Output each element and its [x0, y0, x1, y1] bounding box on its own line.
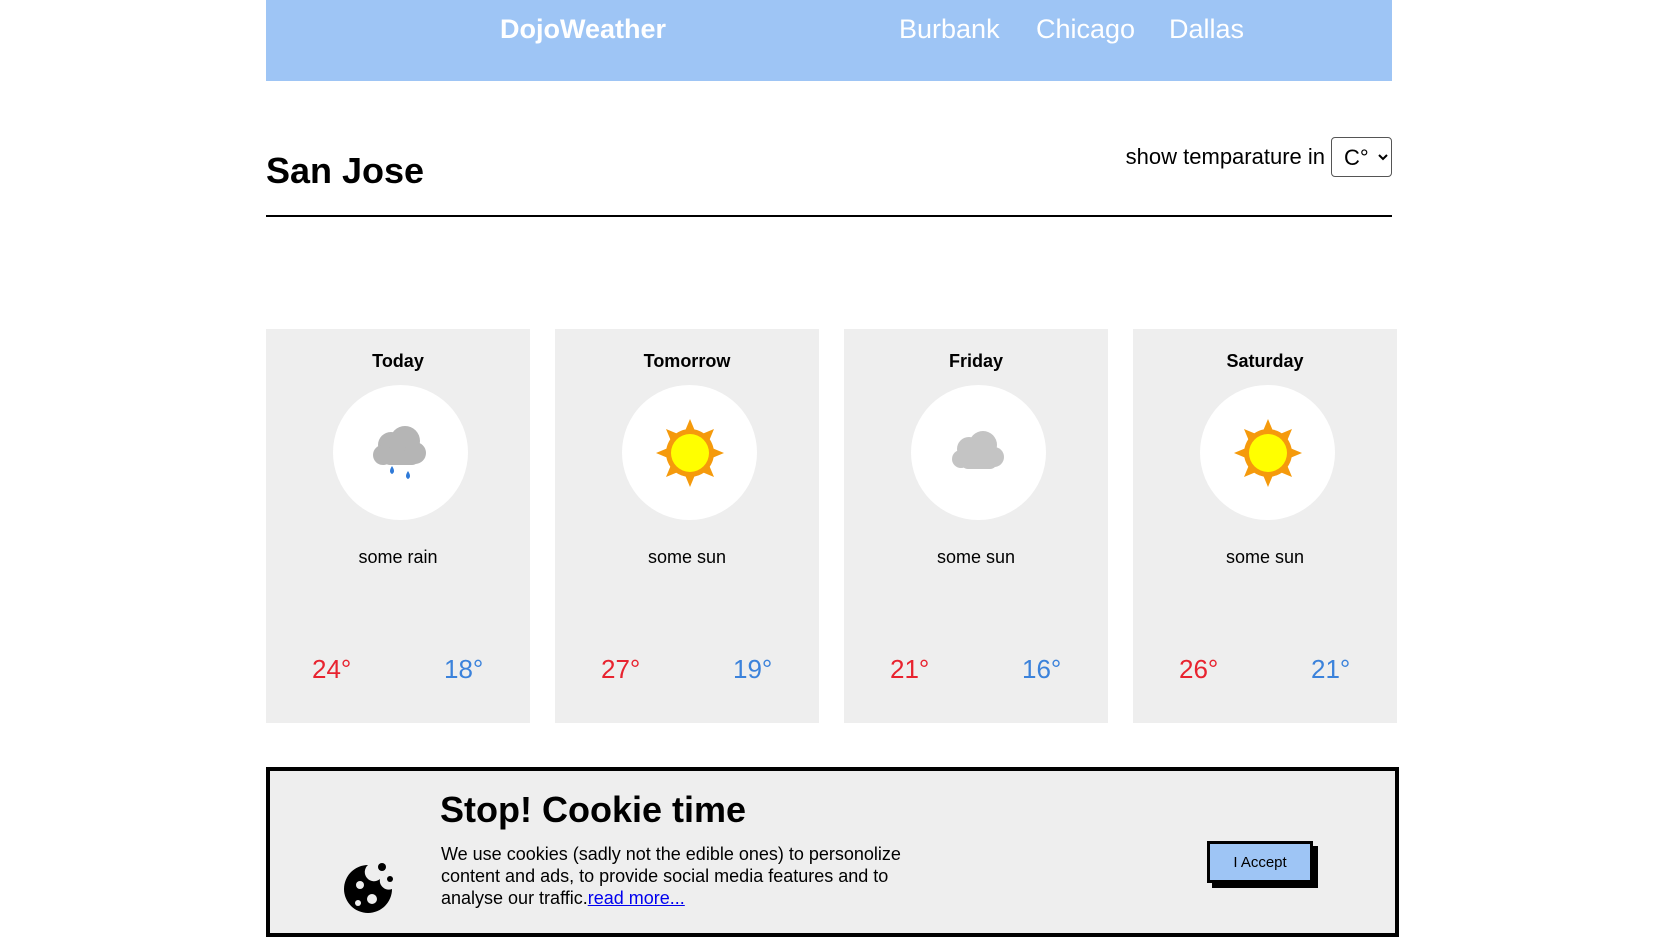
forecast-day: Today — [372, 351, 424, 371]
forecast-day: Saturday — [1226, 351, 1304, 371]
cookie-text: We use cookies (sadly not the edible one… — [441, 843, 911, 909]
weather-icon-circle — [333, 385, 468, 520]
unit-selector: show temparature in C° — [1126, 137, 1392, 177]
forecast-description: some sun — [1225, 547, 1305, 567]
cookie-icon — [344, 863, 393, 913]
read-more-link[interactable]: read more... — [588, 888, 685, 908]
weather-icon-circle — [1200, 385, 1335, 520]
cloud-icon — [951, 430, 1004, 469]
weather-icon-circle — [911, 385, 1046, 520]
low-temp: 16° — [1022, 654, 1062, 684]
forecast-description: some sun — [647, 547, 727, 567]
low-temp: 21° — [1311, 654, 1351, 684]
weather-icon-circle — [622, 385, 757, 520]
nav-link-chicago[interactable]: Chicago — [1036, 14, 1135, 45]
unit-label: show temparature in — [1125, 144, 1325, 169]
forecast-card: Tomorrow some sun 27° 19° — [555, 329, 819, 723]
cookie-banner: Stop! Cookie time We use cookies (sadly … — [266, 767, 1399, 937]
high-temp: 26° — [1179, 654, 1219, 684]
nav-link-dallas[interactable]: Dallas — [1169, 14, 1244, 45]
forecast-day: Friday — [948, 351, 1004, 371]
high-temp: 24° — [312, 654, 352, 684]
nav-link-burbank[interactable]: Burbank — [899, 14, 1000, 45]
rain-cloud-icon — [372, 425, 426, 479]
high-temp: 27° — [601, 654, 641, 684]
forecast-card: Saturday some sun 26° 21° — [1133, 329, 1397, 723]
unit-select[interactable]: C° — [1331, 137, 1392, 177]
low-temp: 18° — [444, 654, 484, 684]
accept-cookies-button[interactable]: I Accept — [1207, 841, 1313, 883]
forecast-description: some rain — [358, 547, 438, 567]
forecast-card: Friday some sun 21° 16° — [844, 329, 1108, 723]
sun-icon — [1233, 418, 1302, 487]
forecast-card: Today some rain 24° 18° — [266, 329, 530, 723]
cookie-title: Stop! Cookie time — [440, 789, 747, 830]
high-temp: 21° — [890, 654, 930, 684]
forecast-description: some sun — [936, 547, 1016, 567]
forecast-day: Tomorrow — [643, 351, 731, 371]
city-title: San Jose — [266, 150, 425, 191]
divider — [266, 215, 1392, 217]
brand-logo[interactable]: DojoWeather — [500, 14, 666, 45]
sun-icon — [655, 418, 724, 487]
navbar: DojoWeather Burbank Chicago Dallas — [266, 0, 1392, 81]
low-temp: 19° — [733, 654, 773, 684]
